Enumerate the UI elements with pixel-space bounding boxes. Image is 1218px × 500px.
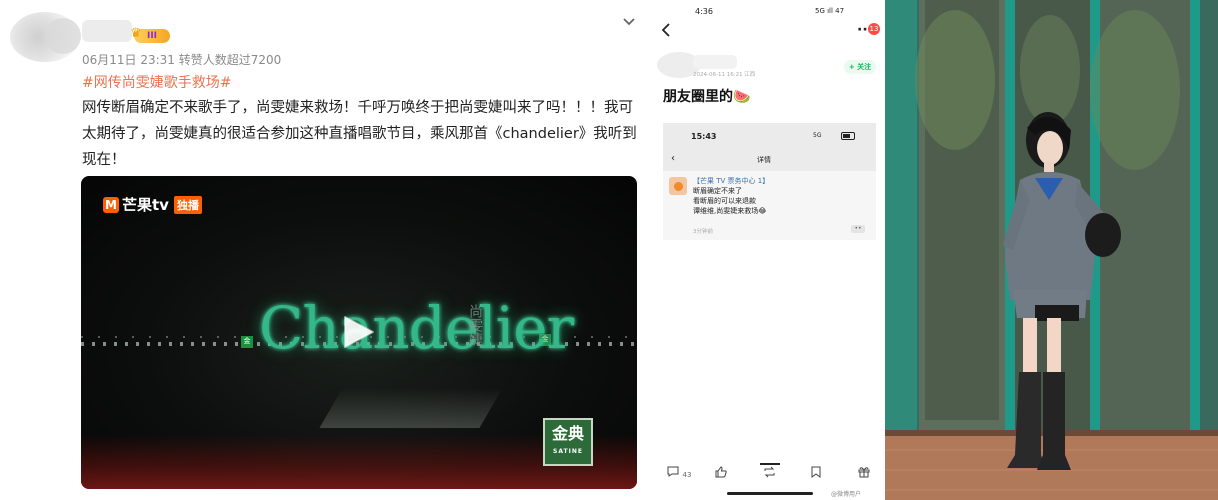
mango-brand: 芒果tv bbox=[122, 196, 169, 214]
stage-sign-icon: 金 bbox=[241, 336, 253, 348]
embedded-screenshot[interactable]: 15:43 5G ‹ 详情 【芒果 TV 票务中心 1】 断眉确定不来了 看断眉… bbox=[663, 123, 876, 240]
stage-floor bbox=[319, 388, 503, 428]
chevron-down-icon[interactable] bbox=[622, 12, 636, 31]
username-blurred[interactable] bbox=[82, 20, 132, 42]
vip-badge: ♛ III bbox=[130, 26, 170, 43]
post-title: 朋友圈里的🍉 bbox=[663, 89, 751, 105]
inner-signal: 5G bbox=[813, 132, 822, 139]
inner-status-time: 15:43 bbox=[691, 132, 717, 141]
phone-screenshot: 4:36 5G ıll 47 ·· 13 2024-06-11 16:21 江西… bbox=[655, 0, 885, 500]
action-bar: 43 bbox=[655, 462, 885, 490]
play-icon[interactable] bbox=[341, 314, 375, 350]
video-player[interactable]: M 芒果tv 独播 金 金 Chandelier 尚雯婕 金典 SATINE bbox=[81, 176, 637, 489]
exclusive-badge: 独播 bbox=[173, 195, 202, 214]
comment-button[interactable]: 43 bbox=[667, 466, 691, 480]
inner-line: 断眉确定不来了 bbox=[693, 187, 742, 195]
inner-title: 详情 bbox=[757, 156, 771, 164]
post-meta: 06月11日 23:31 转赞人数超过7200 bbox=[82, 53, 282, 67]
watermark: @微博用户 bbox=[831, 491, 862, 498]
battery-icon bbox=[841, 132, 855, 140]
inner-more-icon: •• bbox=[851, 225, 865, 233]
mango-tv-logo: M 芒果tv 独播 bbox=[103, 194, 202, 215]
post-body: 网传断眉确定不来歌手了，尚雯婕来救场！千呼万唤终于把尚雯婕叫来了吗！！！我可太期… bbox=[82, 100, 637, 168]
mango-icon: M bbox=[103, 196, 119, 213]
post-date: 2024-06-11 16:21 江西 bbox=[693, 72, 756, 78]
inner-line: 看断眉的可以来退款 bbox=[693, 197, 756, 205]
home-indicator bbox=[727, 492, 813, 495]
photo-illustration bbox=[885, 0, 1218, 500]
chandelier-title: Chandelier bbox=[259, 294, 574, 362]
like-icon[interactable] bbox=[715, 466, 727, 481]
avatar-overlay bbox=[45, 18, 81, 54]
weibo-post: ♛ III 06月11日 23:31 转赞人数超过7200 #网传尚雯婕歌手救场… bbox=[0, 0, 655, 500]
gift-icon[interactable] bbox=[858, 466, 870, 481]
status-icons: 5G ıll 47 bbox=[815, 7, 845, 15]
sponsor-sub: SATINE bbox=[553, 448, 583, 455]
inner-sender: 【芒果 TV 票务中心 1】 bbox=[693, 177, 770, 185]
repost-icon[interactable] bbox=[763, 466, 776, 481]
back-icon[interactable] bbox=[661, 22, 671, 43]
more-icon[interactable]: ·· bbox=[857, 22, 868, 38]
inner-message: 【芒果 TV 票务中心 1】 断眉确定不来了 看断眉的可以来退款 谭维维,尚雯婕… bbox=[693, 176, 769, 216]
vip-level: III bbox=[146, 31, 158, 41]
crown-icon: ♛ bbox=[130, 26, 142, 41]
username-blurred[interactable] bbox=[693, 55, 737, 69]
singer-vertical-text: 尚雯婕 bbox=[467, 304, 483, 346]
comment-count: 43 bbox=[682, 471, 692, 479]
mango-avatar-icon bbox=[669, 177, 687, 195]
inner-line: 谭维维,尚雯婕来救场😂 bbox=[693, 207, 767, 215]
bookmark-icon[interactable] bbox=[811, 466, 821, 481]
notification-badge: 13 bbox=[868, 23, 880, 35]
status-time: 4:36 bbox=[695, 7, 713, 16]
inner-back-icon: ‹ bbox=[671, 153, 675, 164]
hashtag-link[interactable]: #网传尚雯婕歌手救场# bbox=[82, 72, 231, 92]
sponsor-name: 金典 bbox=[551, 424, 584, 443]
follow-button[interactable]: + 关注 bbox=[844, 60, 876, 74]
sponsor-logo: 金典 SATINE bbox=[543, 418, 593, 466]
inner-time-ago: 3分钟前 bbox=[693, 229, 713, 235]
photo bbox=[885, 0, 1218, 500]
